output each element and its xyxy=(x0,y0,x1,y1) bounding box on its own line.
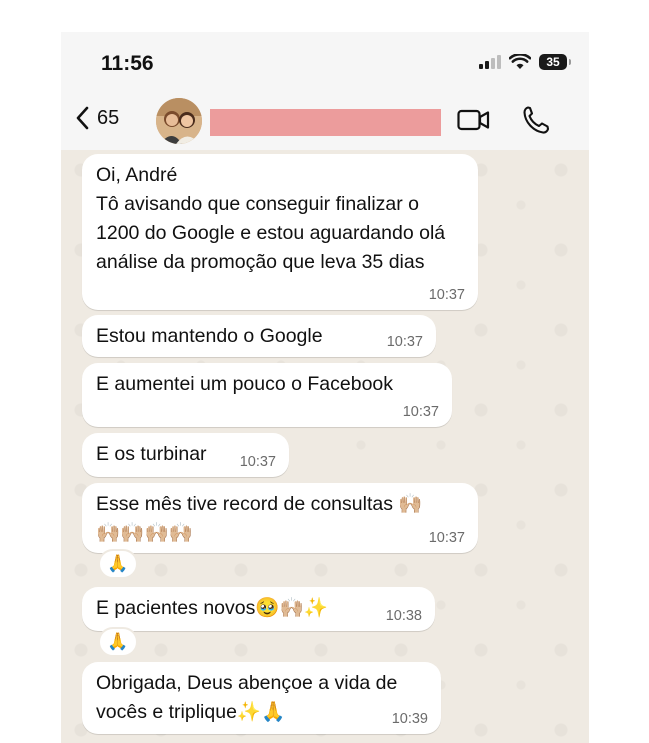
message-text: Oi, André Tô avisando que conseguir fina… xyxy=(96,164,446,273)
avatar[interactable] xyxy=(156,98,202,144)
message-time: 10:37 xyxy=(428,287,465,303)
message-text: E pacientes novos🥹🙌🏼✨ xyxy=(96,597,329,619)
message-time: 10:37 xyxy=(386,334,423,350)
message-bubble[interactable]: E aumentei um pouco o Facebook 10:37 xyxy=(82,363,452,427)
back-button[interactable]: 65 xyxy=(75,106,119,130)
message-text: Esse mês tive record de consultas 🙌🏼 🙌🏼🙌… xyxy=(96,493,423,544)
status-time: 11:56 xyxy=(101,52,154,75)
message-reaction[interactable]: 🙏 xyxy=(98,549,138,579)
video-call-button[interactable] xyxy=(457,108,491,137)
phone-icon xyxy=(523,106,550,134)
message-time: 10:38 xyxy=(385,608,422,624)
message-time: 10:37 xyxy=(402,404,439,420)
chat-screen: 11:56 35 65 Oi, André Tô avisando que co… xyxy=(61,32,589,743)
unread-count: 65 xyxy=(97,106,120,129)
message-text: E aumentei um pouco o Facebook xyxy=(96,373,394,395)
message-bubble[interactable]: Estou mantendo o Google 10:37 xyxy=(82,315,436,357)
chat-header: 65 xyxy=(61,96,589,150)
message-bubble[interactable]: Obrigada, Deus abençoe a vida de vocês e… xyxy=(82,662,441,734)
message-list[interactable]: Oi, André Tô avisando que conseguir fina… xyxy=(61,150,589,743)
message-time: 10:37 xyxy=(428,530,465,546)
battery-level: 35 xyxy=(546,55,560,69)
status-icons: 35 xyxy=(479,54,571,70)
video-camera-icon xyxy=(457,109,490,131)
wifi-icon xyxy=(509,54,531,69)
chevron-left-icon xyxy=(76,106,89,130)
top-bar: 11:56 35 65 xyxy=(61,32,589,150)
message-time: 10:37 xyxy=(239,454,276,470)
contact-name-redacted[interactable] xyxy=(210,109,441,136)
message-bubble[interactable]: Oi, André Tô avisando que conseguir fina… xyxy=(82,154,478,310)
message-reaction[interactable]: 🙏 xyxy=(98,627,138,657)
message-bubble[interactable]: E os turbinar 10:37 xyxy=(82,433,289,477)
message-bubble[interactable]: Esse mês tive record de consultas 🙌🏼 🙌🏼🙌… xyxy=(82,483,478,553)
message-time: 10:39 xyxy=(391,711,428,727)
battery-icon: 35 xyxy=(539,54,571,70)
message-bubble[interactable]: E pacientes novos🥹🙌🏼✨ 10:38 xyxy=(82,587,435,631)
cellular-signal-icon xyxy=(479,55,501,69)
message-text: Estou mantendo o Google xyxy=(96,325,323,347)
message-text: Obrigada, Deus abençoe a vida de vocês e… xyxy=(96,672,403,723)
voice-call-button[interactable] xyxy=(522,105,550,140)
